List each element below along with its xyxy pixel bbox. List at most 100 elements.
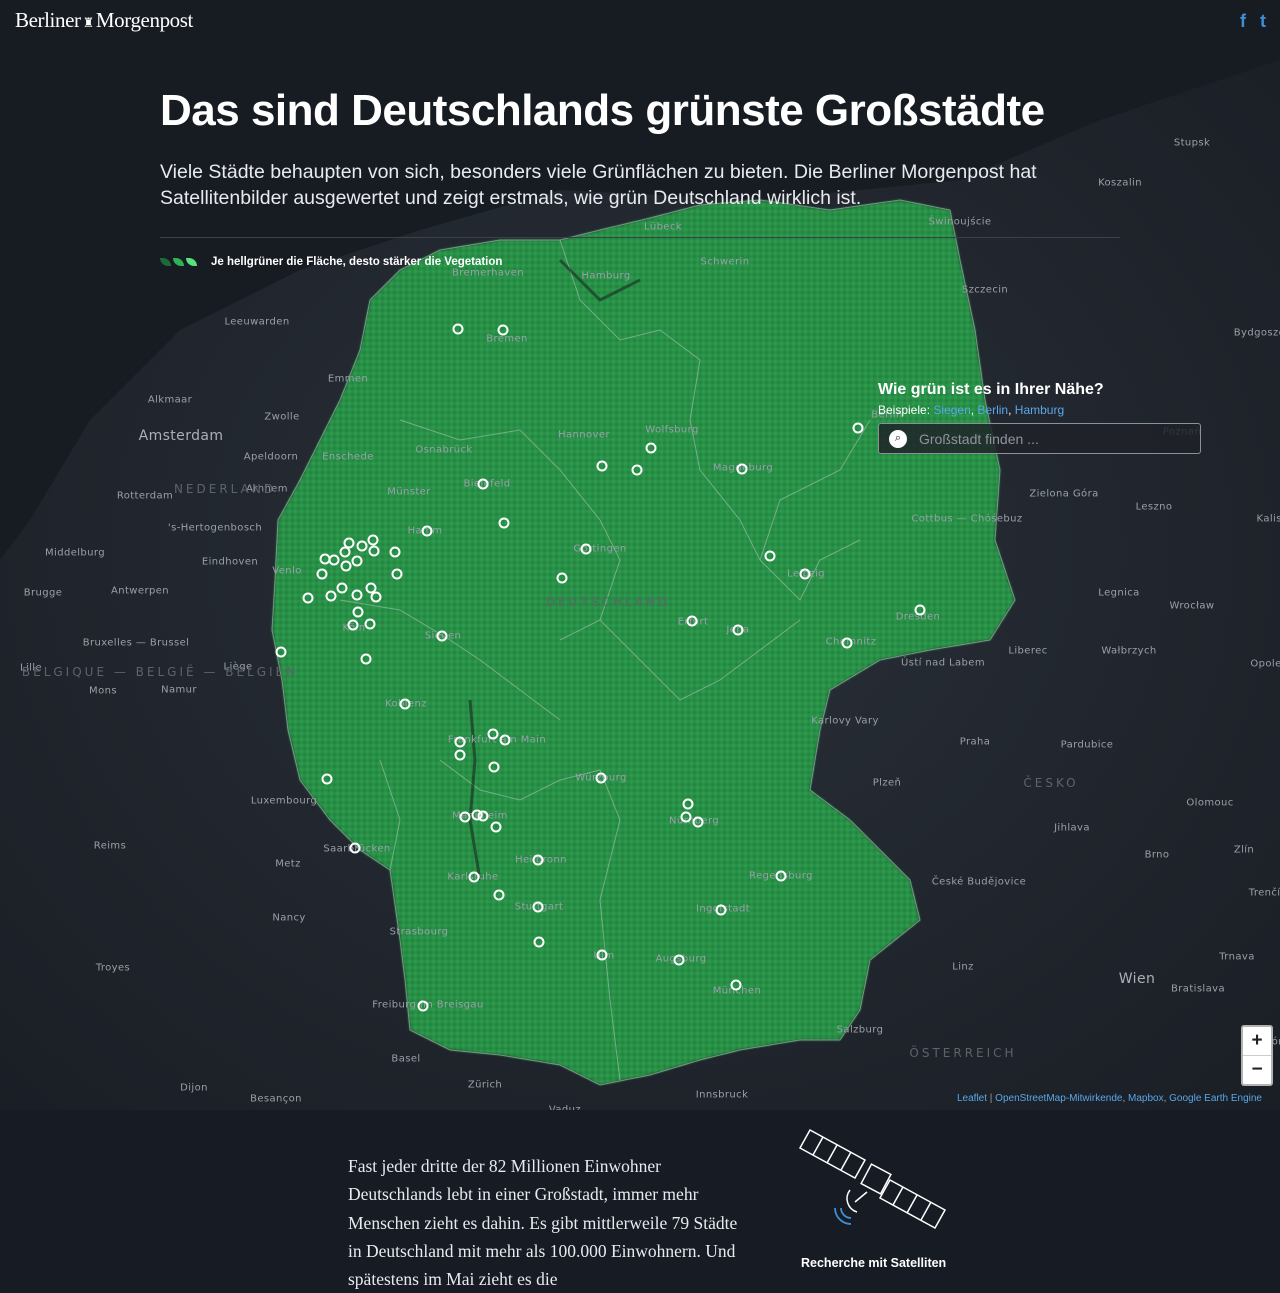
legend: Je hellgrüner die Fläche, desto stärker …: [160, 256, 502, 268]
city-marker[interactable]: [682, 798, 694, 810]
city-marker[interactable]: [487, 728, 499, 740]
leaf-icon: [160, 258, 197, 266]
city-marker[interactable]: [715, 904, 727, 916]
city-marker[interactable]: [316, 568, 328, 580]
city-marker[interactable]: [356, 540, 368, 552]
city-marker[interactable]: [596, 460, 608, 472]
city-marker[interactable]: [454, 736, 466, 748]
city-marker[interactable]: [459, 811, 471, 823]
city-marker[interactable]: [365, 582, 377, 594]
map-label-jihlava: Jihlava: [1054, 822, 1090, 834]
search-input[interactable]: [917, 429, 1181, 448]
city-marker[interactable]: [349, 842, 361, 854]
city-marker[interactable]: [498, 517, 510, 529]
city-marker[interactable]: [351, 555, 363, 567]
city-marker[interactable]: [673, 954, 685, 966]
city-marker[interactable]: [321, 773, 333, 785]
city-marker[interactable]: [596, 949, 608, 961]
example-link-siegen[interactable]: Siegen: [933, 403, 970, 417]
city-marker[interactable]: [436, 630, 448, 642]
map-label-innsbruck: Innsbruck: [695, 1089, 749, 1101]
city-marker[interactable]: [595, 772, 607, 784]
osm-link[interactable]: OpenStreetMap-Mitwirkende: [995, 1093, 1122, 1104]
city-marker[interactable]: [556, 572, 568, 584]
city-marker[interactable]: [302, 592, 314, 604]
city-marker[interactable]: [477, 810, 489, 822]
city-marker[interactable]: [488, 761, 500, 773]
example-link-hamburg[interactable]: Hamburg: [1015, 403, 1064, 417]
map-label-apeldoorn: Apeldoorn: [243, 451, 299, 463]
leaflet-link[interactable]: Leaflet: [957, 1093, 987, 1104]
example-link-berlin[interactable]: Berlin: [977, 403, 1008, 417]
city-marker[interactable]: [730, 979, 742, 991]
city-marker[interactable]: [417, 1000, 429, 1012]
city-marker[interactable]: [631, 464, 643, 476]
city-marker[interactable]: [367, 534, 379, 546]
map-label-kalisz: Kalisz: [1256, 513, 1280, 525]
city-marker[interactable]: [275, 646, 287, 658]
finder-examples: Beispiele: Siegen, Berlin, Hamburg: [878, 403, 1065, 417]
city-finder: Wie grün ist es in Ihrer Nähe? Beispiele…: [878, 381, 1208, 454]
city-marker[interactable]: [914, 604, 926, 616]
city-marker[interactable]: [368, 545, 380, 557]
mapbox-link[interactable]: Mapbox: [1128, 1093, 1164, 1104]
map-label-bydgoszcz: Bydgoszcz: [1233, 327, 1280, 339]
top-bar: Berliner ♜Morgenpost f t: [0, 0, 1280, 44]
city-marker[interactable]: [490, 821, 502, 833]
map-label-bremerhaven: Bremerhaven: [451, 267, 525, 279]
city-marker[interactable]: [352, 606, 364, 618]
city-marker[interactable]: [399, 698, 411, 710]
twitter-icon[interactable]: t: [1260, 11, 1266, 32]
city-marker[interactable]: [680, 811, 692, 823]
map-label-rotterdam: Rotterdam: [116, 490, 174, 502]
city-marker[interactable]: [499, 734, 511, 746]
city-marker[interactable]: [347, 619, 359, 631]
city-marker[interactable]: [391, 568, 403, 580]
city-marker[interactable]: [351, 589, 363, 601]
city-marker[interactable]: [477, 478, 489, 490]
city-marker[interactable]: [686, 615, 698, 627]
city-marker[interactable]: [852, 422, 864, 434]
city-marker[interactable]: [325, 590, 337, 602]
country-label: NEDERLAND: [173, 482, 277, 496]
city-marker[interactable]: [452, 323, 464, 335]
brand-logo[interactable]: Berliner ♜Morgenpost: [15, 8, 193, 33]
city-marker[interactable]: [580, 543, 592, 555]
city-marker[interactable]: [468, 871, 480, 883]
city-marker[interactable]: [364, 618, 376, 630]
city-marker[interactable]: [799, 568, 811, 580]
map-label-bruxelles-brussel: Bruxelles — Brussel: [82, 637, 190, 649]
city-marker[interactable]: [493, 889, 505, 901]
map-label--st-nad-labem: Ústí nad Labem: [901, 657, 985, 669]
city-marker[interactable]: [533, 936, 545, 948]
crown-icon: ♜: [82, 15, 95, 30]
zoom-out-button[interactable]: −: [1243, 1056, 1271, 1084]
city-marker[interactable]: [764, 550, 776, 562]
city-marker[interactable]: [421, 525, 433, 537]
city-marker[interactable]: [692, 816, 704, 828]
city-marker[interactable]: [841, 637, 853, 649]
city-marker[interactable]: [339, 546, 351, 558]
city-marker[interactable]: [389, 546, 401, 558]
facebook-icon[interactable]: f: [1240, 11, 1246, 32]
map-label-zwolle: Zwolle: [264, 411, 300, 423]
city-marker[interactable]: [497, 324, 509, 336]
search-box[interactable]: ⌕: [878, 423, 1201, 454]
city-marker[interactable]: [340, 560, 352, 572]
city-marker[interactable]: [454, 749, 466, 761]
city-marker[interactable]: [360, 653, 372, 665]
city-marker[interactable]: [645, 442, 657, 454]
map-label-nancy: Nancy: [272, 912, 306, 924]
city-marker[interactable]: [732, 624, 744, 636]
gee-link[interactable]: Google Earth Engine: [1169, 1093, 1262, 1104]
city-marker[interactable]: [336, 582, 348, 594]
city-marker[interactable]: [319, 553, 331, 565]
city-marker[interactable]: [775, 870, 787, 882]
map-label-karlovy-vary: Karlovy Vary: [811, 715, 879, 727]
city-marker[interactable]: [532, 854, 544, 866]
zoom-in-button[interactable]: +: [1243, 1027, 1271, 1056]
map-label-luxembourg: Luxembourg: [250, 795, 318, 807]
city-marker[interactable]: [736, 463, 748, 475]
map-label-tren-n: Trenčín: [1248, 887, 1280, 899]
city-marker[interactable]: [532, 901, 544, 913]
